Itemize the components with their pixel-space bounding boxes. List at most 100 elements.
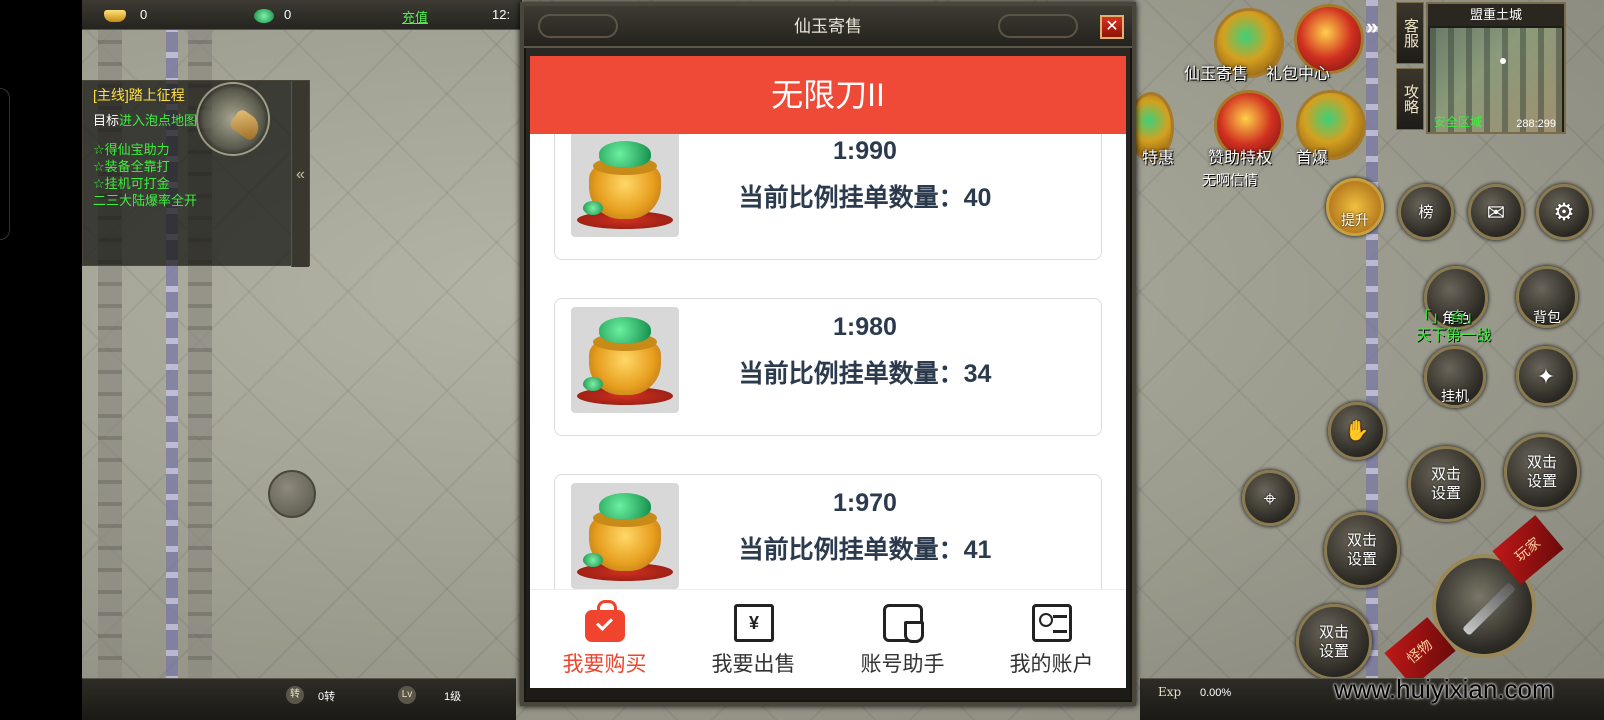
double-click-label: 双击 设置 <box>1526 454 1557 490</box>
world-first-title: 天下第一战 <box>1416 327 1492 344</box>
site-watermark: www.huiyixian.com <box>1334 674 1554 704</box>
rebirth-badge: 转 <box>286 686 304 704</box>
gear-icon: ⚙ <box>1553 198 1575 226</box>
close-button[interactable]: ✕ <box>1100 15 1124 39</box>
listing-card[interactable]: 1:970 当前比例挂单数量：41 <box>554 474 1102 589</box>
quest-title[interactable]: [主线]踏上征程 <box>93 87 299 104</box>
expand-hud-icon[interactable]: » <box>1366 14 1378 40</box>
double-click-setting-button-3[interactable]: 双击 设置 <box>1324 512 1400 588</box>
id-card-icon <box>1032 604 1072 642</box>
listing-count: 当前比例挂单数量：41 <box>738 536 992 564</box>
skill-shuriken-button[interactable]: ✦ <box>1516 346 1576 406</box>
rank-button[interactable]: 榜 <box>1398 184 1454 240</box>
tab-sell-label: 我要出售 <box>711 653 796 676</box>
pointing-hand-icon <box>196 82 270 156</box>
tab-buy[interactable]: 我要购买 <box>530 590 679 688</box>
yuan-box-icon <box>734 604 774 642</box>
tab-buy-label: 我要购买 <box>562 653 647 676</box>
exp-value: 0.00% <box>1200 687 1232 699</box>
jade-consignment-window: 仙玉寄售 ✕ 无限刀II 1:990 当前比例挂单数量：40 1:980 当前比… <box>520 2 1136 706</box>
player-coordinates: 288:299 <box>1516 118 1556 130</box>
upgrade-label: 提升 <box>1341 211 1369 228</box>
level-badge: Lv <box>398 686 416 704</box>
sponsor-label: 赞助特权 <box>1208 148 1273 167</box>
store-header: 无限刀II <box>530 56 1126 134</box>
listing-card[interactable]: 1:990 当前比例挂单数量：40 <box>554 134 1102 260</box>
special-offer-label: 特惠 <box>1142 148 1175 167</box>
jade-pot-image <box>571 483 679 589</box>
bag-button[interactable]: 背包 <box>1516 266 1578 328</box>
first-kill-label: 首爆 <box>1296 148 1329 167</box>
pet-button[interactable]: ✋ <box>1328 402 1386 460</box>
hand-icon: ✋ <box>1344 419 1370 442</box>
jade-pot-image <box>571 307 679 413</box>
exp-label: Exp <box>1158 685 1182 699</box>
settings-button[interactable]: ⚙ <box>1536 184 1592 240</box>
tab-my-account-label: 我的账户 <box>1009 653 1094 676</box>
quest-reward: 二三大陆爆率全开 <box>93 193 198 208</box>
jade-currency-icon <box>254 7 274 23</box>
double-click-setting-button-1[interactable]: 双击 设置 <box>1408 446 1484 522</box>
quest-target-link[interactable]: 进入泡点地图 <box>119 113 197 128</box>
gold-count: 0 <box>140 7 148 22</box>
minimap-title: 盟重土城 <box>1428 4 1564 26</box>
auto-battle-button[interactable]: 挂机 <box>1424 346 1486 408</box>
wallet-shield-icon <box>883 604 924 643</box>
rank-label: 榜 <box>1418 203 1434 221</box>
gold-ingot-icon <box>104 7 126 22</box>
store-webview: 无限刀II 1:990 当前比例挂单数量：40 1:980 当前比例挂单数量：3… <box>530 56 1126 688</box>
target-lock-button[interactable]: ⌖ <box>1242 470 1298 526</box>
guide-tab[interactable]: 攻略 <box>1396 68 1424 130</box>
store-tab-bar: 我要购买 我要出售 账号助手 我的账户 <box>530 589 1126 688</box>
listing-card[interactable]: 1:980 当前比例挂单数量：34 <box>554 298 1102 436</box>
mail-button[interactable]: ✉ <box>1468 184 1524 240</box>
safe-zone-label: 安全区域 <box>1434 115 1483 129</box>
double-click-label: 双击 设置 <box>1430 466 1461 502</box>
phone-side-notch <box>0 88 10 240</box>
quest-reward: ☆得仙宝助力 <box>93 142 170 157</box>
top-status-bar: 0 0 充值 12: <box>82 0 522 30</box>
jade-count: 0 <box>284 7 292 22</box>
shopping-bag-icon <box>585 600 625 642</box>
quest-collapse-button[interactable]: « <box>291 81 309 267</box>
modal-title: 仙玉寄售 <box>794 17 862 36</box>
tab-sell[interactable]: 我要出售 <box>679 590 828 688</box>
npc-name: 无啊信情 <box>1202 172 1258 188</box>
mail-icon: ✉ <box>1486 199 1506 225</box>
clock: 12: <box>492 7 511 22</box>
listing-scroll-area[interactable]: 1:990 当前比例挂单数量：40 1:980 当前比例挂单数量：34 1:97… <box>530 134 1126 589</box>
recharge-link[interactable]: 充值 <box>402 7 428 26</box>
minimap-view[interactable]: 安全区域 288:299 <box>1430 28 1562 132</box>
light-pillar <box>1366 0 1378 720</box>
tab-account-helper[interactable]: 账号助手 <box>828 590 977 688</box>
minimap[interactable]: 盟重土城 安全区域 288:299 <box>1426 2 1566 134</box>
listing-count: 当前比例挂单数量：40 <box>738 184 992 212</box>
double-click-setting-button-4[interactable]: 双击 设置 <box>1296 604 1372 680</box>
tab-account-helper-label: 账号助手 <box>860 653 945 676</box>
upgrade-button[interactable]: 提升 <box>1326 178 1384 236</box>
quest-reward: ☆挂机可打金 <box>93 176 170 191</box>
customer-service-tab[interactable]: 客服 <box>1396 2 1424 64</box>
tab-my-account[interactable]: 我的账户 <box>977 590 1126 688</box>
jade-consign-label: 仙玉寄售 <box>1184 64 1249 83</box>
phone-bezel <box>0 0 82 720</box>
modal-titlebar: 仙玉寄售 ✕ <box>524 6 1132 48</box>
double-click-label: 双击 设置 <box>1346 532 1377 568</box>
quest-panel[interactable]: [主线]踏上征程 目标进入泡点地图 ☆得仙宝助力 ☆装备全靠打 ☆挂机可打金 二… <box>82 80 310 267</box>
quest-reward: ☆装备全靠打 <box>93 159 170 174</box>
crosshair-icon: ⌖ <box>1263 485 1277 511</box>
bag-label: 背包 <box>1533 308 1561 325</box>
player-marker-icon <box>1500 58 1506 64</box>
jade-pot-image <box>571 134 679 237</box>
double-click-setting-button-2[interactable]: 双击 设置 <box>1504 434 1580 510</box>
listing-ratio: 1:990 <box>833 137 897 165</box>
quest-target-prefix: 目标 <box>93 113 120 128</box>
shuriken-icon: ✦ <box>1536 363 1556 389</box>
level-value: 1级 <box>444 691 462 703</box>
double-click-label: 双击 设置 <box>1318 624 1349 660</box>
listing-count: 当前比例挂单数量：34 <box>738 360 992 388</box>
listing-ratio: 1:970 <box>833 489 897 517</box>
listing-ratio: 1:980 <box>833 313 897 341</box>
bottom-status-bar: 转 0转 Lv 1级 <box>82 678 516 720</box>
movement-joystick[interactable] <box>268 470 316 518</box>
